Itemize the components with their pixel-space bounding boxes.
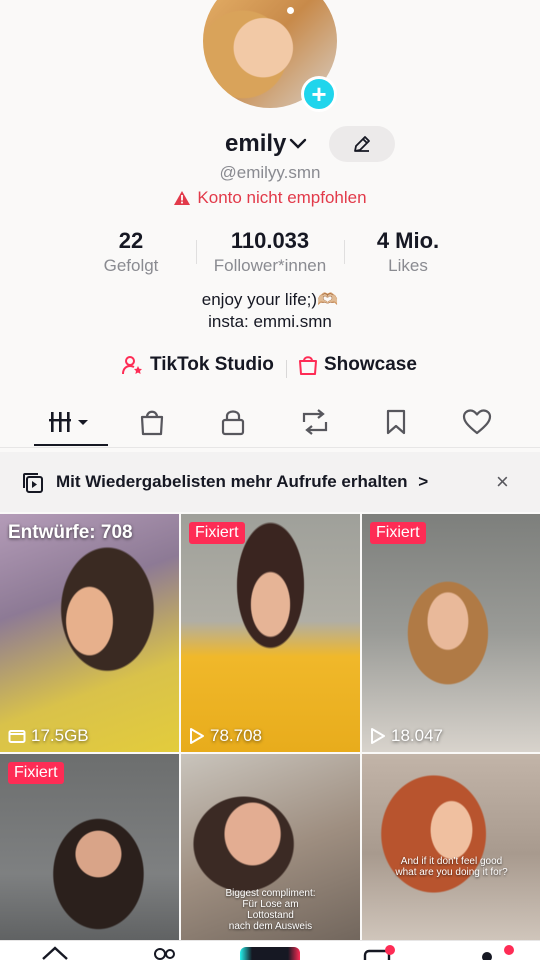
friends-icon[interactable] bbox=[150, 945, 178, 960]
playlist-icon bbox=[23, 473, 43, 493]
profile-icon[interactable] bbox=[476, 945, 516, 960]
account-warning[interactable]: Konto nicht empfohlen bbox=[0, 188, 540, 208]
following-count: 22 bbox=[118, 228, 144, 253]
pinned-badge: Fixiert bbox=[8, 762, 64, 784]
following-label: Gefolgt bbox=[103, 256, 159, 275]
caption-line: And if it don't feel good what are you d… bbox=[395, 856, 508, 878]
playlist-banner[interactable]: Mit Wiedergabelisten mehr Aufrufe erhalt… bbox=[0, 452, 540, 512]
view-count: 78.708 bbox=[189, 726, 262, 746]
profile-handle: @emilyy.smn bbox=[219, 163, 321, 182]
shop-icon bbox=[140, 410, 164, 436]
lock-icon bbox=[221, 410, 245, 436]
storage-info: 17.5GB bbox=[8, 726, 89, 746]
warning-icon bbox=[174, 191, 191, 205]
play-icon bbox=[371, 728, 385, 744]
view-count: 18.047 bbox=[370, 726, 443, 746]
pinned-badge: Fixiert bbox=[370, 522, 426, 544]
tab-videos[interactable] bbox=[46, 406, 96, 438]
links-divider bbox=[286, 360, 287, 378]
person-star-icon bbox=[122, 356, 142, 375]
bookmark-icon bbox=[386, 409, 406, 435]
likes-label: Likes bbox=[388, 256, 428, 275]
profile-links: TikTok Studio Showcase bbox=[0, 354, 540, 382]
tiktok-studio-link[interactable]: TikTok Studio bbox=[122, 354, 274, 376]
grid-item-video-5[interactable]: And if it don't feel good what are you d… bbox=[362, 754, 540, 954]
close-icon[interactable]: × bbox=[496, 469, 509, 495]
storage-size: 17.5GB bbox=[31, 726, 89, 745]
video-grid: Entwürfe: 708 17.5GB Fixiert 78.708 Fixi… bbox=[0, 514, 540, 960]
profile-avatar[interactable]: + bbox=[203, 0, 337, 112]
caption-line: Biggest compliment: Für Lose am Lottosta… bbox=[225, 888, 316, 932]
showcase-label: Showcase bbox=[324, 354, 417, 375]
shopping-bag-icon bbox=[299, 356, 317, 375]
warning-text: Konto nicht empfohlen bbox=[197, 188, 367, 207]
stat-likes[interactable]: 4 Mio. Likes bbox=[358, 228, 458, 278]
chevron-down-icon[interactable] bbox=[288, 136, 308, 152]
tab-saved[interactable] bbox=[374, 406, 418, 438]
stat-following[interactable]: 22 Gefolgt bbox=[86, 228, 176, 278]
view-count-value: 78.708 bbox=[210, 726, 262, 745]
grid-item-drafts[interactable]: Entwürfe: 708 17.5GB bbox=[0, 514, 179, 752]
videos-icon bbox=[49, 412, 88, 432]
grid-item-pinned-1[interactable]: Fixiert 78.708 bbox=[181, 514, 360, 752]
add-story-button[interactable]: + bbox=[301, 76, 337, 112]
pinned-badge: Fixiert bbox=[189, 522, 245, 544]
tab-liked[interactable] bbox=[455, 406, 499, 438]
repost-icon bbox=[302, 409, 328, 435]
banner-text: Mit Wiedergabelisten mehr Aufrufe erhalt… bbox=[56, 472, 428, 492]
followers-count: 110.033 bbox=[230, 228, 310, 253]
tab-shop[interactable] bbox=[130, 406, 174, 438]
play-icon bbox=[190, 728, 204, 744]
followers-label: Follower*innen bbox=[213, 256, 327, 275]
profile-bio: enjoy your life;)🫶🏼 insta: emmi.smn bbox=[0, 289, 540, 333]
banner-label: Mit Wiedergabelisten mehr Aufrufe erhalt… bbox=[56, 472, 408, 491]
video-caption: And if it don't feel good what are you d… bbox=[362, 856, 540, 878]
stat-followers[interactable]: 110.033 Follower*innen bbox=[200, 228, 340, 278]
bio-line-1: enjoy your life;)🫶🏼 bbox=[201, 290, 339, 309]
showcase-link[interactable]: Showcase bbox=[298, 354, 417, 376]
tab-reposts[interactable] bbox=[293, 406, 337, 438]
active-tab-indicator bbox=[34, 444, 108, 446]
inbox-icon[interactable] bbox=[362, 945, 396, 960]
drafts-label: Entwürfe: 708 bbox=[8, 522, 133, 543]
name-row: emily bbox=[0, 128, 540, 162]
create-button[interactable] bbox=[240, 947, 300, 960]
video-caption: Biggest compliment: Für Lose am Lottosta… bbox=[181, 888, 360, 932]
stat-divider bbox=[344, 240, 345, 264]
home-icon[interactable] bbox=[40, 945, 70, 960]
bottom-nav bbox=[0, 940, 540, 960]
username[interactable]: emily bbox=[225, 130, 286, 158]
grid-item-pinned-3[interactable]: Fixiert bbox=[0, 754, 179, 954]
pencil-icon bbox=[354, 136, 370, 152]
view-count-value: 18.047 bbox=[391, 726, 443, 745]
edit-profile-button[interactable] bbox=[329, 126, 395, 162]
tab-private[interactable] bbox=[211, 406, 255, 438]
banner-chevron: > bbox=[418, 472, 429, 491]
tiktok-studio-label: TikTok Studio bbox=[150, 354, 274, 375]
avatar-dot bbox=[287, 7, 294, 14]
grid-item-pinned-2[interactable]: Fixiert 18.047 bbox=[362, 514, 540, 752]
profile-tabs bbox=[0, 400, 540, 448]
folder-icon bbox=[8, 730, 26, 743]
likes-count: 4 Mio. bbox=[376, 228, 440, 253]
bio-line-2: insta: emmi.smn bbox=[208, 312, 332, 331]
stat-divider bbox=[196, 240, 197, 264]
heart-icon bbox=[462, 409, 492, 435]
grid-item-video-4[interactable]: Biggest compliment: Für Lose am Lottosta… bbox=[181, 754, 360, 954]
